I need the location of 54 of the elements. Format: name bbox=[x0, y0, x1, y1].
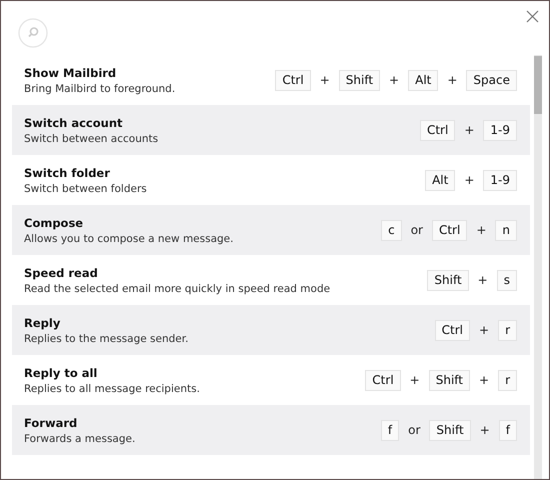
shortcut-title: Switch folder bbox=[24, 166, 111, 180]
shortcut-description: Replies to all message recipients. bbox=[24, 382, 200, 394]
key-cap: Space bbox=[466, 70, 517, 90]
key-cap: Alt bbox=[408, 70, 438, 90]
shortcut-title: Reply bbox=[24, 316, 62, 330]
shortcut-description: Forwards a message. bbox=[24, 432, 136, 444]
scrollbar-track[interactable] bbox=[534, 55, 542, 479]
key-separator: + bbox=[388, 73, 400, 87]
key-cap: Shift bbox=[338, 70, 380, 90]
key-cap: n bbox=[495, 220, 517, 240]
key-separator: + bbox=[478, 323, 490, 337]
shortcut-title: Reply to all bbox=[24, 366, 98, 380]
key-separator: + bbox=[318, 73, 331, 87]
key-separator: + bbox=[475, 223, 488, 237]
key-cap: Ctrl bbox=[420, 120, 456, 140]
shortcut-description: Replies to the message sender. bbox=[24, 332, 188, 344]
key-separator: + bbox=[463, 123, 476, 137]
key-separator: + bbox=[408, 373, 421, 387]
key-cap: r bbox=[498, 320, 517, 340]
key-separator: + bbox=[446, 73, 458, 87]
shortcut-title: Forward bbox=[24, 416, 78, 430]
key-separator: or bbox=[407, 423, 422, 437]
key-cap: 1-9 bbox=[483, 120, 517, 140]
shortcut-description: Bring Mailbird to foreground. bbox=[24, 82, 176, 94]
shortcut-description: Switch between folders bbox=[24, 182, 147, 194]
key-separator: + bbox=[476, 273, 489, 287]
key-cap: Ctrl bbox=[434, 320, 470, 340]
shortcut-description: Allows you to compose a new message. bbox=[24, 232, 234, 244]
close-icon[interactable] bbox=[526, 10, 539, 23]
key-cap: s bbox=[496, 270, 517, 290]
key-cap: 1-9 bbox=[483, 170, 517, 190]
shortcut-title: Compose bbox=[24, 216, 84, 230]
key-cap: f bbox=[380, 420, 400, 440]
shortcut-title: Show Mailbird bbox=[24, 66, 118, 80]
key-cap: Ctrl bbox=[432, 220, 468, 240]
key-separator: + bbox=[463, 173, 476, 187]
key-cap: Shift bbox=[428, 370, 470, 390]
key-cap: c bbox=[381, 220, 402, 240]
shortcut-title: Speed read bbox=[24, 266, 99, 280]
key-cap: Alt bbox=[425, 170, 456, 190]
search-icon[interactable] bbox=[18, 18, 48, 48]
key-cap: f bbox=[498, 420, 517, 440]
key-separator: or bbox=[410, 223, 424, 237]
key-separator: + bbox=[478, 423, 491, 437]
key-cap: Ctrl bbox=[365, 370, 401, 390]
shortcut-description: Switch between accounts bbox=[24, 132, 158, 144]
key-cap: Shift bbox=[427, 270, 469, 290]
scrollbar-thumb[interactable] bbox=[534, 56, 542, 114]
key-cap: r bbox=[498, 370, 517, 390]
shortcut-title: Switch account bbox=[24, 116, 124, 130]
key-separator: + bbox=[478, 373, 490, 387]
key-cap: Ctrl bbox=[275, 70, 311, 90]
shortcut-description: Read the selected email more quickly in speed read mode bbox=[24, 282, 330, 294]
key-cap: Shift bbox=[429, 420, 471, 440]
